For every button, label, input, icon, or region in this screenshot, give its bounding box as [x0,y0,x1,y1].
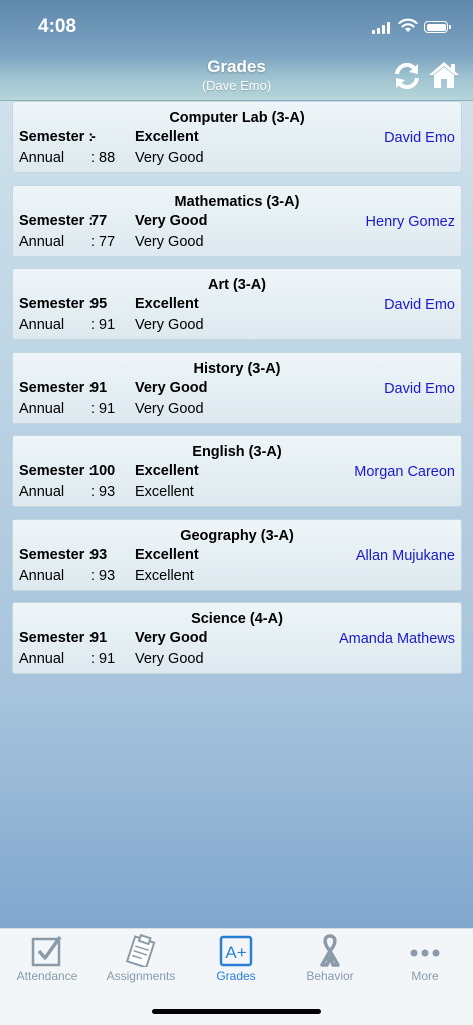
subject-name: Art (3-A) [208,277,266,293]
tab-behavior[interactable]: Behavior [283,929,377,989]
annual-grade: Excellent [135,484,194,500]
subject-name: History (3-A) [193,360,281,377]
semester-grade: Excellent [135,546,199,563]
ribbon-icon [320,934,340,967]
semester-grade: Excellent [135,463,199,479]
grade-card[interactable]: History (3-A) Semester : 91 Very Good An… [12,351,462,424]
wifi-icon [398,18,418,32]
a-plus-icon: A+ [219,935,253,967]
grade-card[interactable]: Computer Lab (3-A) Semester : - Excellen… [12,101,462,173]
refresh-icon[interactable] [392,60,422,92]
teacher-link[interactable]: Allan Mujukane [356,548,455,564]
semester-label: Semester : [19,630,94,646]
annual-grade: Excellent [135,567,194,584]
annual-score: : 91 [91,400,116,417]
tab-label: Attendance [16,969,78,983]
semester-score: - [91,129,96,145]
subject-name: Science (4-A) [191,611,283,627]
grades-list: Computer Lab (3-A) Semester : - Excellen… [12,101,462,686]
annual-grade: Very Good [135,400,204,417]
annual-grade: Very Good [135,317,204,333]
grade-card[interactable]: Art (3-A) Semester : 95 Excellent Annual… [12,268,462,340]
annual-label: Annual [19,567,65,584]
subject-name: Computer Lab (3-A) [169,110,305,126]
nav-header: 4:08 Grades (Dave Emo) [0,0,473,101]
annual-grade: Very Good [135,233,204,250]
svg-text:A+: A+ [225,943,246,962]
semester-label: Semester : [19,463,94,479]
annual-label: Annual [19,150,65,166]
annual-label: Annual [19,651,65,667]
grade-card[interactable]: English (3-A) Semester : 100 Excellent A… [12,435,462,507]
semester-score: 91 [91,630,108,646]
annual-label: Annual [19,233,65,250]
teacher-link[interactable]: David Emo [384,381,455,397]
subject-name: English (3-A) [192,444,282,460]
tab-more[interactable]: More [378,929,472,989]
semester-score: 100 [91,463,116,479]
more-dots-icon [410,949,440,957]
grade-card[interactable]: Geography (3-A) Semester : 93 Excellent … [12,518,462,591]
semester-grade: Very Good [135,630,208,646]
semester-score: 93 [91,546,108,563]
annual-label: Annual [19,484,65,500]
battery-icon [424,21,451,33]
tab-attendance[interactable]: Attendance [0,929,94,989]
semester-label: Semester : [19,212,94,229]
grade-card[interactable]: Science (4-A) Semester : 91 Very Good An… [12,602,462,674]
teacher-link[interactable]: Morgan Careon [354,464,455,480]
subject-name: Mathematics (3-A) [174,193,300,210]
status-time: 4:08 [38,16,77,37]
semester-grade: Very Good [135,379,208,396]
semester-label: Semester : [19,546,94,563]
annual-score: : 88 [91,150,116,166]
semester-score: 91 [91,379,108,396]
tab-assignments[interactable]: Assignments [94,929,188,989]
teacher-link[interactable]: Henry Gomez [366,214,455,230]
semester-score: 77 [91,212,108,229]
annual-score: : 93 [91,567,116,584]
tab-label: Behavior [306,969,354,983]
annual-score: : 91 [91,651,116,667]
semester-grade: Very Good [135,212,208,229]
annual-label: Annual [19,317,65,333]
annual-score: : 93 [91,484,116,500]
semester-grade: Excellent [135,129,199,145]
home-icon[interactable] [428,60,460,90]
home-indicator[interactable] [152,1009,321,1014]
annual-grade: Very Good [135,150,204,166]
tab-label: Grades [216,969,256,983]
annual-label: Annual [19,400,65,417]
tab-grades[interactable]: A+ Grades [189,929,283,989]
semester-label: Semester : [19,379,94,396]
tab-label: Assignments [106,969,176,983]
signal-icon [372,22,392,34]
teacher-link[interactable]: Amanda Mathews [339,631,455,647]
annual-score: : 77 [91,233,116,250]
grade-card[interactable]: Mathematics (3-A) Semester : 77 Very Goo… [12,184,462,257]
checkbox-icon [31,935,62,967]
semester-grade: Excellent [135,296,199,312]
semester-label: Semester : [19,296,94,312]
teacher-link[interactable]: David Emo [384,297,455,313]
subject-name: Geography (3-A) [180,527,294,544]
annual-score: : 91 [91,317,116,333]
annual-grade: Very Good [135,651,204,667]
clipboard-icon [125,933,156,967]
teacher-link[interactable]: David Emo [384,130,455,146]
tab-label: More [411,969,439,983]
semester-label: Semester : [19,129,94,145]
semester-score: 95 [91,296,108,312]
